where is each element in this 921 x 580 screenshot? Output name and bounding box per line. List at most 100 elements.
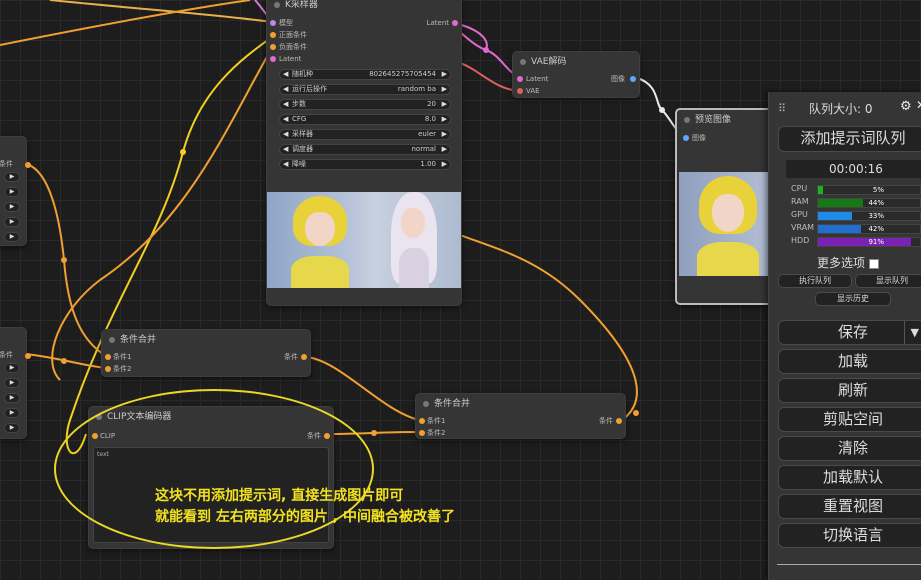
cfg-decrement[interactable]: ◀ xyxy=(283,115,288,124)
collapse-dot[interactable] xyxy=(684,117,690,123)
load-default-button[interactable]: 加载默认 xyxy=(778,465,921,490)
latent-output-label: Latent xyxy=(426,19,449,27)
sampler-widget[interactable]: ◀ 采样器 euler ▶ xyxy=(279,129,451,140)
seed-decrement[interactable]: ◀ xyxy=(283,70,288,79)
combine-1-input-2-port[interactable] xyxy=(105,366,111,372)
collapse-dot[interactable] xyxy=(423,401,429,407)
combine-2-output-port[interactable] xyxy=(616,418,622,424)
preview-title: 预览图像 xyxy=(695,115,732,125)
sampler-increment[interactable]: ▶ xyxy=(442,130,447,139)
view-queue-button[interactable]: 显示队列 xyxy=(855,274,921,288)
gear-icon[interactable]: ⚙ xyxy=(900,99,912,114)
scheduler-increment[interactable]: ▶ xyxy=(442,145,447,154)
ram-meter-fill xyxy=(818,199,863,207)
control-decrement[interactable]: ◀ xyxy=(283,85,288,94)
left-node-bottom-arrow-3[interactable]: ▶ xyxy=(4,393,20,403)
save-button[interactable]: 保存 ▼ xyxy=(778,320,921,345)
seed-label: 随机种 xyxy=(292,70,313,78)
drag-handle[interactable]: ⠿ xyxy=(778,102,786,115)
sampler-decrement[interactable]: ◀ xyxy=(283,130,288,139)
combine-1-output-label: 条件 xyxy=(284,353,298,361)
extra-options-row: 更多选项 xyxy=(817,254,879,271)
combine-2-input-1-port[interactable] xyxy=(419,418,425,424)
wire-left-cond xyxy=(25,163,107,357)
close-icon[interactable]: ✕ xyxy=(916,98,921,112)
ksampler-node[interactable]: K采样器 模型 正面条件 负面条件 Latent Latent ◀ 随机种 80… xyxy=(266,0,462,306)
seed-increment[interactable]: ▶ xyxy=(442,70,447,79)
clip-output-port[interactable] xyxy=(324,433,330,439)
ram-meter-value: 44% xyxy=(868,199,884,207)
steps-widget[interactable]: ◀ 步数 20 ▶ xyxy=(279,99,451,110)
steps-decrement[interactable]: ◀ xyxy=(283,100,288,109)
latent-output-port[interactable] xyxy=(452,20,458,26)
switch-locale-button[interactable]: 切换语言 xyxy=(778,523,921,548)
left-node-top-port[interactable] xyxy=(25,162,31,168)
left-node-bottom-port[interactable] xyxy=(25,353,31,359)
left-node-top-arrow-4[interactable]: ▶ xyxy=(4,217,20,227)
cfg-label: CFG xyxy=(292,115,307,123)
gpu-meter-value: 33% xyxy=(868,212,884,220)
seed-widget[interactable]: ◀ 随机种 802645275705454 ▶ xyxy=(279,69,451,80)
conditioning-combine-node-2[interactable]: 条件合并 条件1 条件2 条件 xyxy=(415,393,626,439)
refresh-button[interactable]: 刷新 xyxy=(778,378,921,403)
left-node-bottom-arrow-2[interactable]: ▶ xyxy=(4,378,20,388)
view-history-button[interactable]: 显示历史 xyxy=(815,292,891,306)
latent-input-port[interactable] xyxy=(270,56,276,62)
sampler-label: 采样器 xyxy=(292,130,313,138)
preview-image-input-port[interactable] xyxy=(683,135,689,141)
negative-input-port[interactable] xyxy=(270,44,276,50)
clip-input-port[interactable] xyxy=(92,433,98,439)
extra-options-checkbox[interactable] xyxy=(868,258,879,269)
clipspace-button[interactable]: 剪贴空间 xyxy=(778,407,921,432)
vae-image-output-port[interactable] xyxy=(630,76,636,82)
left-node-top-arrow-3[interactable]: ▶ xyxy=(4,202,20,212)
left-node-top-arrow-2[interactable]: ▶ xyxy=(4,187,20,197)
clip-encode-title-bar[interactable]: CLIP文本编码器 xyxy=(89,407,333,427)
positive-input-port[interactable] xyxy=(270,32,276,38)
combine-1-title-bar[interactable]: 条件合并 xyxy=(102,330,310,350)
cpu-meter-value: 5% xyxy=(872,186,884,194)
combine-2-input-2-port[interactable] xyxy=(419,430,425,436)
clear-button[interactable]: 清除 xyxy=(778,436,921,461)
denoise-increment[interactable]: ▶ xyxy=(442,160,447,169)
run-queue-button[interactable]: 执行队列 xyxy=(778,274,852,288)
model-input-port[interactable] xyxy=(270,20,276,26)
combine-1-output-port[interactable] xyxy=(301,354,307,360)
preview-image-input-label: 图像 xyxy=(692,134,706,142)
ksampler-title-bar[interactable]: K采样器 xyxy=(267,0,461,15)
conditioning-combine-node-1[interactable]: 条件合并 条件1 条件2 条件 xyxy=(101,329,311,377)
queue-prompt-button[interactable]: 添加提示词队列 xyxy=(778,126,921,152)
collapse-dot[interactable] xyxy=(274,2,280,8)
control-increment[interactable]: ▶ xyxy=(442,85,447,94)
left-node-top[interactable]: 条件 ▶ ▶ ▶ ▶ ▶ xyxy=(0,136,31,246)
left-node-top-arrow-1[interactable]: ▶ xyxy=(4,172,20,182)
cfg-widget[interactable]: ◀ CFG 8.0 ▶ xyxy=(279,114,451,125)
cfg-increment[interactable]: ▶ xyxy=(442,115,447,124)
vae-decode-title-bar[interactable]: VAE解码 xyxy=(513,52,639,72)
ksampler-title: K采样器 xyxy=(285,0,318,10)
left-node-bottom-arrow-4[interactable]: ▶ xyxy=(4,408,20,418)
steps-increment[interactable]: ▶ xyxy=(442,100,447,109)
left-node-top-arrow-5[interactable]: ▶ xyxy=(4,232,20,242)
collapse-dot[interactable] xyxy=(520,59,526,65)
load-button[interactable]: 加载 xyxy=(778,349,921,374)
scheduler-widget[interactable]: ◀ 调度器 normal ▶ xyxy=(279,144,451,155)
denoise-decrement[interactable]: ◀ xyxy=(283,160,288,169)
collapse-dot[interactable] xyxy=(109,337,115,343)
combine-1-input-1-port[interactable] xyxy=(105,354,111,360)
left-node-bottom-arrow-1[interactable]: ▶ xyxy=(4,363,20,373)
left-node-bottom-arrow-5[interactable]: ▶ xyxy=(4,423,20,433)
denoise-widget[interactable]: ◀ 降噪 1.00 ▶ xyxy=(279,159,451,170)
control-after-generate-widget[interactable]: ◀ 运行后操作 random ba ▶ xyxy=(279,84,451,95)
combine-2-title: 条件合并 xyxy=(434,399,471,409)
save-dropdown-chevron-icon[interactable]: ▼ xyxy=(903,321,919,344)
vae-input-port[interactable] xyxy=(517,88,523,94)
vae-decode-node[interactable]: VAE解码 Latent VAE 图像 xyxy=(512,51,640,98)
vram-meter-value: 42% xyxy=(868,225,884,233)
scheduler-decrement[interactable]: ◀ xyxy=(283,145,288,154)
combine-2-title-bar[interactable]: 条件合并 xyxy=(416,394,625,414)
collapse-dot[interactable] xyxy=(96,414,102,420)
reset-view-button[interactable]: 重置视图 xyxy=(778,494,921,519)
vae-latent-input-port[interactable] xyxy=(517,76,523,82)
left-node-bottom[interactable]: 条件 ▶ ▶ ▶ ▶ ▶ xyxy=(0,327,31,439)
